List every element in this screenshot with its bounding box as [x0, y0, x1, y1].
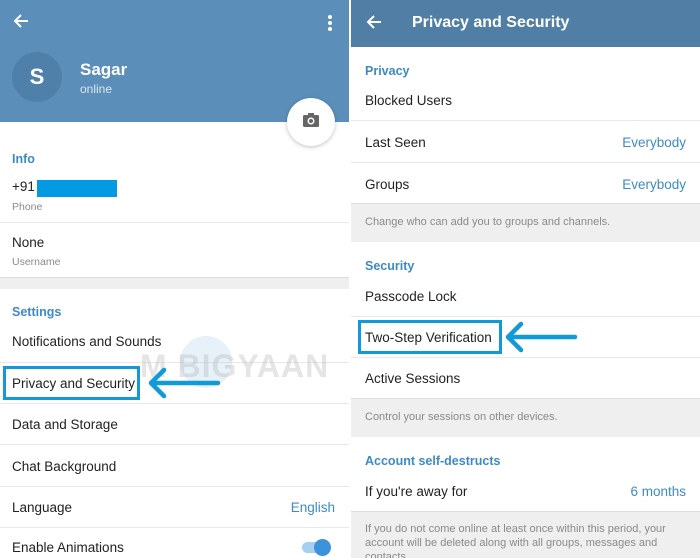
app-bar: Privacy and Security — [351, 0, 700, 47]
security-item-label: Active Sessions — [365, 371, 461, 386]
self-destruct-item[interactable]: If you're away for 6 months — [351, 471, 700, 511]
username-value: None — [12, 235, 45, 250]
settings-item-chat-background[interactable]: Chat Background — [0, 445, 349, 486]
section-separator — [0, 277, 349, 289]
language-value: English — [290, 500, 335, 515]
avatar[interactable]: S — [12, 52, 62, 102]
settings-screen: S Sagar online Info +91 Phone None Usern… — [0, 0, 349, 558]
privacy-item-groups[interactable]: Groups Everybody — [351, 163, 700, 203]
last-seen-value: Everybody — [622, 135, 686, 150]
settings-item-label: Enable Animations — [12, 540, 124, 555]
privacy-item-label: Groups — [365, 177, 410, 192]
annotation-highlight-box — [3, 366, 140, 400]
security-item-passcode-lock[interactable]: Passcode Lock — [351, 276, 700, 316]
settings-item-animations[interactable]: Enable Animations — [0, 528, 349, 558]
privacy-security-screen: Privacy and Security Privacy Blocked Use… — [351, 0, 700, 558]
arrow-left-icon[interactable] — [365, 13, 383, 35]
settings-item-label: Data and Storage — [12, 417, 118, 432]
privacy-item-label: Last Seen — [365, 135, 426, 150]
username-row[interactable]: None Username — [0, 223, 349, 277]
settings-item-label: Chat Background — [12, 459, 117, 474]
arrow-left-icon[interactable] — [12, 12, 30, 34]
privacy-description: Change who can add you to groups and cha… — [365, 216, 611, 228]
privacy-item-label: Blocked Users — [365, 93, 453, 108]
groups-value: Everybody — [622, 177, 686, 192]
settings-section-title: Settings — [12, 305, 62, 319]
set-photo-button[interactable] — [287, 98, 335, 146]
camera-icon — [302, 112, 320, 133]
info-section-title: Info — [12, 152, 35, 166]
settings-item-notifications[interactable]: Notifications and Sounds — [0, 322, 349, 362]
profile-name: Sagar — [80, 60, 128, 79]
phone-value: +91 — [12, 179, 35, 194]
privacy-description-band: Change who can add you to groups and cha… — [351, 203, 700, 242]
settings-item-label: Notifications and Sounds — [12, 334, 162, 349]
redacted-phone-number — [37, 180, 117, 197]
page-title: Privacy and Security — [412, 14, 570, 31]
animations-toggle[interactable] — [300, 538, 332, 558]
settings-item-data-storage[interactable]: Data and Storage — [0, 404, 349, 444]
self-destruct-value: 6 months — [630, 484, 686, 499]
security-item-label: Passcode Lock — [365, 289, 457, 304]
privacy-item-blocked-users[interactable]: Blocked Users — [351, 80, 700, 120]
security-description-band: Control your sessions on other devices. — [351, 398, 700, 437]
self-destruct-description-band: If you do not come online at least once … — [351, 511, 700, 558]
privacy-item-last-seen[interactable]: Last Seen Everybody — [351, 121, 700, 162]
security-item-active-sessions[interactable]: Active Sessions — [351, 358, 700, 398]
phone-label: Phone — [12, 201, 43, 213]
security-description: Control your sessions on other devices. — [365, 411, 558, 423]
self-destruct-description: If you do not come online at least once … — [365, 523, 666, 558]
username-label: Username — [12, 256, 61, 268]
self-destruct-label: If you're away for — [365, 484, 468, 499]
settings-item-label: Language — [12, 500, 73, 515]
profile-status: online — [80, 82, 113, 96]
privacy-section-title: Privacy — [365, 64, 410, 78]
security-section-title: Security — [365, 259, 415, 273]
settings-item-language[interactable]: Language English — [0, 487, 349, 527]
avatar-initial: S — [29, 64, 45, 89]
annotation-arrow-icon — [148, 367, 221, 399]
self-destruct-section-title: Account self-destructs — [365, 454, 501, 468]
annotation-arrow-icon — [505, 321, 578, 353]
annotation-highlight-box — [358, 320, 502, 354]
more-vert-icon[interactable] — [327, 15, 333, 31]
